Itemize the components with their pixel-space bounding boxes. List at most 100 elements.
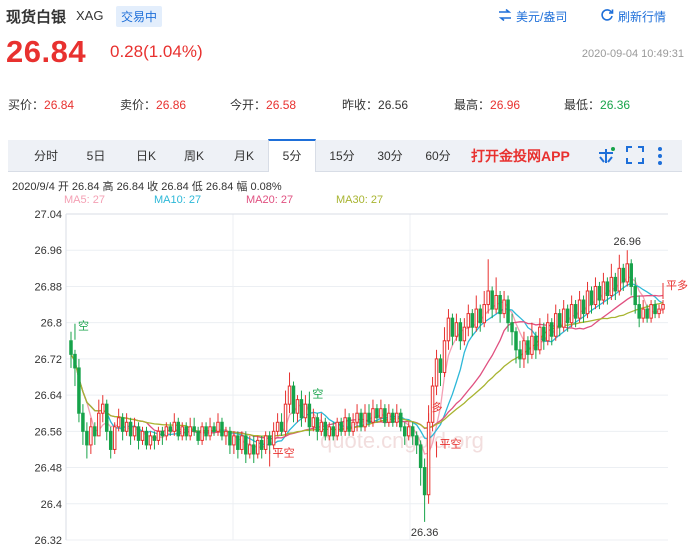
candle-body: [557, 313, 562, 328]
candle-body: [466, 313, 471, 328]
candle-body: [101, 403, 105, 414]
low-price-label: 26.36: [411, 527, 439, 539]
candle-body: [446, 317, 451, 342]
candle-body: [136, 426, 141, 441]
y-tick-label: 27.04: [34, 209, 62, 221]
candle-body: [609, 276, 614, 296]
candle-body: [498, 295, 502, 315]
candle-body: [510, 322, 514, 333]
candle-body: [565, 308, 570, 324]
candle-body: [387, 412, 391, 423]
candle-body: [569, 304, 574, 324]
candle-body: [200, 426, 204, 441]
candle-body: [120, 417, 125, 432]
candle-body: [538, 326, 542, 351]
candle-body: [502, 299, 506, 315]
candle-body: [73, 353, 77, 369]
candle-body: [363, 412, 367, 428]
candle-body: [160, 430, 165, 437]
candle-body: [255, 439, 260, 455]
candle-body: [97, 412, 101, 437]
signal-label: 平空: [440, 436, 462, 450]
candle-body: [77, 367, 81, 414]
candle-body: [85, 430, 89, 446]
candle-body: [89, 426, 93, 446]
candle-body: [426, 421, 431, 496]
candle-body: [573, 304, 578, 319]
candle-body: [152, 435, 157, 441]
candle-body: [116, 417, 121, 428]
candle-body: [311, 417, 316, 428]
signal-label: 平空: [273, 446, 295, 460]
candle-body: [220, 421, 224, 437]
candle-body: [637, 304, 641, 319]
candle-body: [355, 412, 359, 423]
candle-body: [506, 299, 510, 324]
candle-body: [383, 408, 387, 423]
candle-body: [454, 322, 459, 337]
candle-body: [402, 426, 407, 437]
candle-body: [379, 408, 383, 419]
candle-body: [482, 304, 486, 324]
candle-body: [474, 308, 479, 328]
candle-body: [442, 340, 447, 373]
high-price-label: 26.96: [613, 236, 641, 248]
candle-body: [597, 285, 602, 301]
candle-body: [418, 444, 423, 469]
candle-body: [406, 426, 411, 437]
candle-body: [494, 295, 498, 310]
candle-body: [315, 417, 320, 432]
candle-body: [371, 408, 375, 423]
candle-body: [224, 430, 228, 437]
candle-body: [414, 435, 419, 446]
candle-body: [625, 263, 630, 283]
candle-body: [629, 263, 633, 287]
candle-body: [561, 308, 566, 328]
candle-body: [462, 326, 467, 342]
candle-body: [259, 439, 264, 450]
candle-body: [617, 267, 622, 292]
candle-body: [295, 399, 300, 414]
candle-body: [104, 403, 109, 432]
candle-body: [343, 417, 347, 432]
candle-body: [649, 304, 653, 319]
candle-body: [148, 435, 153, 446]
candle-body: [399, 412, 403, 428]
y-tick-label: 26.4: [41, 499, 62, 511]
candle-body: [69, 340, 73, 355]
candle-body: [204, 426, 208, 437]
candle-body: [267, 435, 272, 446]
candle-body: [438, 358, 443, 373]
candle-body: [108, 430, 113, 450]
candle-body: [291, 385, 296, 414]
candle-body: [458, 322, 463, 342]
candle-body: [605, 281, 610, 296]
signal-label: 空: [78, 319, 89, 333]
candle-body: [490, 290, 494, 310]
candle-body: [156, 430, 161, 441]
candle-body: [188, 426, 192, 437]
candle-body: [172, 421, 177, 432]
candle-body: [184, 426, 188, 437]
candle-body: [299, 399, 304, 419]
candle-body: [303, 403, 308, 419]
y-tick-label: 26.56: [34, 426, 62, 438]
candle-body: [124, 421, 129, 432]
candle-body: [553, 313, 558, 337]
signal-label: 平多: [666, 278, 688, 292]
candle-body: [534, 335, 538, 351]
candle-body: [367, 412, 371, 423]
candle-body: [585, 290, 590, 315]
candle-body: [236, 435, 240, 450]
candle-body: [335, 421, 339, 437]
candle-body: [514, 331, 518, 351]
candle-body: [478, 308, 482, 324]
candle-body: [486, 290, 490, 306]
candle-body: [81, 412, 85, 432]
candle-body: [546, 322, 550, 342]
candle-body: [132, 426, 137, 437]
candle-body: [228, 430, 232, 446]
candle-body: [347, 417, 351, 432]
candle-body: [232, 435, 236, 446]
candle-body: [339, 421, 343, 432]
